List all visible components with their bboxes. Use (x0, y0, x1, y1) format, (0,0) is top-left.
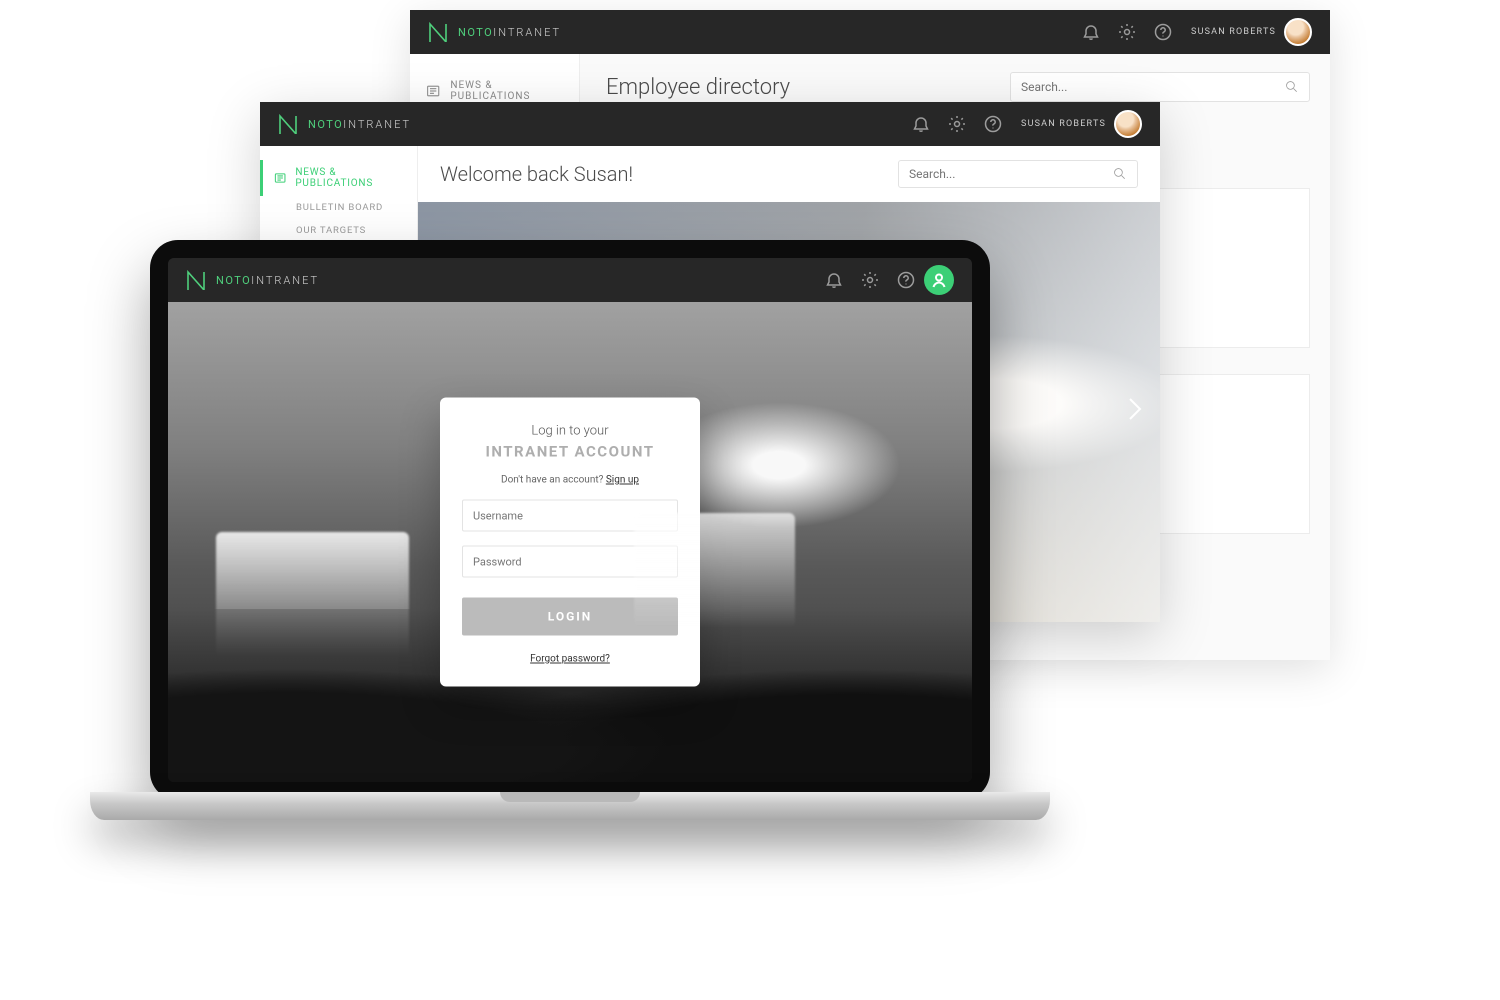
sidebar-item-label: NEWS & PUBLICATIONS (295, 167, 403, 189)
help-icon[interactable] (1152, 21, 1174, 43)
sidebar-sub-targets[interactable]: OUR TARGETS (260, 219, 417, 242)
gear-icon[interactable] (1116, 21, 1138, 43)
avatar[interactable] (1284, 18, 1312, 46)
page-title: Employee directory (606, 75, 790, 100)
chevron-right-icon[interactable] (1120, 395, 1150, 425)
hero-image: Log in to your INTRANET ACCOUNT Don't ha… (168, 302, 972, 782)
help-icon[interactable] (895, 269, 917, 291)
login-button[interactable]: LOGIN (462, 598, 678, 636)
brand-part1: NOTO (308, 118, 343, 131)
logo-icon (428, 22, 448, 42)
logo-icon (186, 270, 206, 290)
logo-icon (278, 114, 298, 134)
page-title: Welcome back Susan! (440, 162, 633, 186)
brand-part2: INTRANET (343, 118, 411, 131)
sidebar-item-news[interactable]: NEWS & PUBLICATIONS (260, 160, 417, 196)
avatar[interactable] (1114, 110, 1142, 138)
gear-icon[interactable] (946, 113, 968, 135)
password-input[interactable] (462, 546, 678, 578)
search-icon (1285, 80, 1299, 94)
login-title-1: Log in to your (462, 424, 678, 439)
login-card: Log in to your INTRANET ACCOUNT Don't ha… (440, 398, 700, 687)
user-name: SUSAN ROBERTS (1021, 119, 1106, 129)
forgot-password-link[interactable]: Forgot password? (462, 654, 678, 665)
bell-icon[interactable] (823, 269, 845, 291)
search-icon (1113, 167, 1127, 181)
login-window: NOTOINTRANET Log in to your INTRANET ACC… (168, 258, 972, 782)
header-bar: NOTOINTRANET SUSAN ROBERTS (410, 10, 1330, 54)
search-input[interactable] (1021, 80, 1285, 94)
gear-icon[interactable] (859, 269, 881, 291)
account-icon[interactable] (924, 265, 954, 295)
user-name: SUSAN ROBERTS (1191, 27, 1276, 37)
signup-link[interactable]: Sign up (606, 475, 639, 486)
bell-icon[interactable] (1080, 21, 1102, 43)
sidebar-sub-bulletin[interactable]: BULLETIN BOARD (260, 196, 417, 219)
login-title-2: INTRANET ACCOUNT (462, 443, 678, 461)
news-icon (426, 83, 440, 99)
bell-icon[interactable] (910, 113, 932, 135)
search-box[interactable] (898, 160, 1138, 188)
username-input[interactable] (462, 500, 678, 532)
brand-part1: NOTO (458, 26, 493, 39)
sidebar-item-label: NEWS & PUBLICATIONS (450, 80, 563, 102)
brand-part2: INTRANET (493, 26, 561, 39)
news-icon (274, 171, 286, 185)
help-icon[interactable] (982, 113, 1004, 135)
search-input[interactable] (909, 167, 1113, 181)
brand-part2: INTRANET (251, 274, 319, 287)
search-box[interactable] (1010, 72, 1310, 102)
laptop-base (90, 792, 1050, 820)
brand-part1: NOTO (216, 274, 251, 287)
header-bar: NOTOINTRANET (168, 258, 972, 302)
header-bar: NOTOINTRANET SUSAN ROBERTS (260, 102, 1160, 146)
login-noaccount: Don't have an account? Sign up (462, 475, 678, 486)
laptop-mockup: NOTOINTRANET Log in to your INTRANET ACC… (90, 240, 1050, 880)
